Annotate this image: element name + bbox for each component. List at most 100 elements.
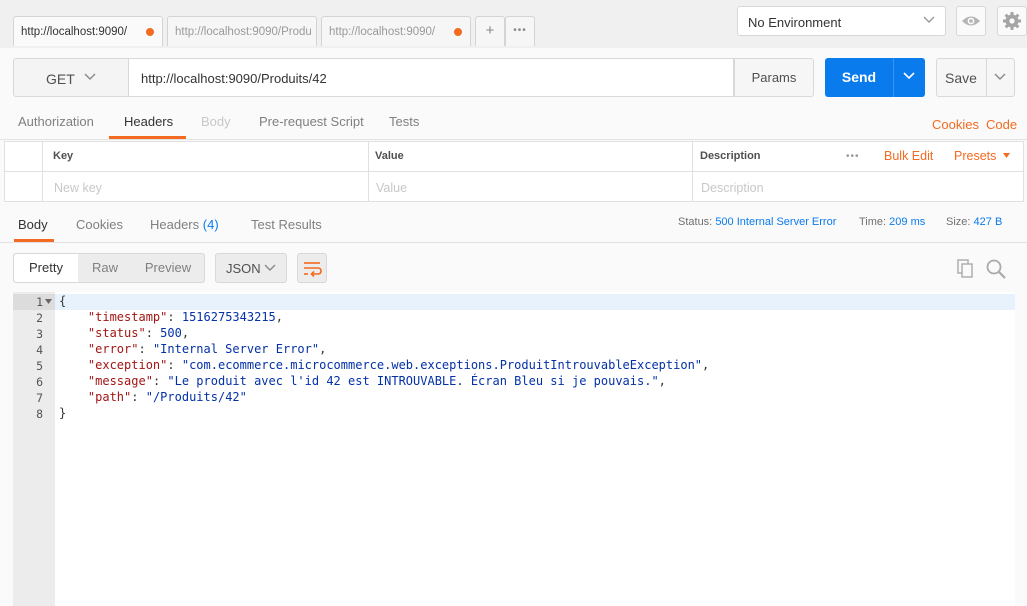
raw-view-button[interactable]: Raw xyxy=(78,254,132,282)
caret-down-icon xyxy=(1002,153,1010,158)
response-time[interactable]: Time: 209 ms xyxy=(859,216,925,228)
method-value: GET xyxy=(46,71,75,87)
response-status[interactable]: Status: 500 Internal Server Error xyxy=(678,216,836,228)
presets-dropdown[interactable]: Presets xyxy=(954,149,1011,163)
code-line: } xyxy=(59,406,66,420)
gear-icon xyxy=(1003,12,1021,30)
response-tab-headers[interactable]: Headers (4) xyxy=(150,217,219,232)
chevron-down-icon xyxy=(923,13,935,28)
time-label: Time: xyxy=(859,216,887,228)
value-column: Value Value xyxy=(368,142,692,201)
new-value-input[interactable]: Value xyxy=(376,181,407,195)
code-line: "status": 500, xyxy=(87,326,190,340)
json-key: "error" xyxy=(87,342,139,356)
format-select[interactable]: JSON xyxy=(215,253,287,283)
tab-authorization[interactable]: Authorization xyxy=(18,114,94,129)
line-number: 1 xyxy=(36,295,43,309)
code-line: "message": "Le produit avec l'id 42 est … xyxy=(87,374,666,388)
new-description-input[interactable]: Description xyxy=(701,181,764,195)
environment-select[interactable]: No Environment xyxy=(737,6,946,36)
new-tab-button[interactable]: + xyxy=(475,16,505,46)
send-label: Send xyxy=(841,69,877,85)
json-brace: } xyxy=(59,406,67,420)
pretty-view-button[interactable]: Pretty xyxy=(14,254,78,282)
tab-body: Body xyxy=(201,114,231,129)
line-number: 4 xyxy=(36,343,43,357)
json-key: "message" xyxy=(87,374,153,388)
headers-table: Key New key Value Value Description Desc… xyxy=(4,141,1024,202)
request-tab-1[interactable]: http://localhost:9090/ xyxy=(13,16,163,46)
json-key: "exception" xyxy=(87,358,168,372)
more-tabs-button[interactable]: ••• xyxy=(505,16,535,46)
presets-label: Presets xyxy=(954,149,997,163)
url-input[interactable]: http://localhost:9090/Produits/42 xyxy=(129,58,734,97)
status-value: 500 Internal Server Error xyxy=(715,216,837,228)
request-tab-2[interactable]: http://localhost:9090/Produ xyxy=(167,16,317,46)
url-value: http://localhost:9090/Produits/42 xyxy=(141,71,327,86)
response-tab-body[interactable]: Body xyxy=(18,217,48,232)
code-link[interactable]: Code xyxy=(986,117,1017,132)
code-line: "exception": "com.ecommerce.microcommerc… xyxy=(87,358,710,372)
send-button[interactable]: Send xyxy=(825,58,925,97)
save-divider xyxy=(986,59,987,96)
send-divider xyxy=(893,58,894,97)
search-icon[interactable] xyxy=(985,258,1007,280)
send-options-button[interactable] xyxy=(903,68,915,85)
chevron-down-icon xyxy=(903,72,915,80)
more-options-button[interactable]: ••• xyxy=(846,151,860,162)
chevron-down-icon xyxy=(84,70,96,85)
cookies-link[interactable]: Cookies xyxy=(932,117,979,132)
unsaved-dot-icon xyxy=(454,28,462,36)
json-key: "timestamp" xyxy=(87,310,168,324)
chevron-down-icon xyxy=(264,261,276,276)
save-options-button[interactable] xyxy=(994,69,1006,86)
save-button[interactable]: Save xyxy=(936,58,1015,97)
request-tab-3[interactable]: http://localhost:9090/ xyxy=(321,16,471,46)
json-brace: { xyxy=(59,294,67,308)
code-line: "timestamp": 1516275343215, xyxy=(87,310,283,324)
eye-icon xyxy=(962,16,980,26)
json-value: 1516275343215 xyxy=(181,310,276,324)
json-value: "com.ecommerce.microcommerce.web.excepti… xyxy=(181,358,703,372)
code-line: { xyxy=(59,294,66,308)
wrap-lines-icon xyxy=(304,262,322,278)
response-tab-test-results[interactable]: Test Results xyxy=(251,217,322,232)
json-value: "Le produit avec l'id 42 est INTROUVABLE… xyxy=(167,374,659,388)
divider xyxy=(0,242,1027,243)
preview-view-button[interactable]: Preview xyxy=(132,254,204,282)
method-select[interactable]: GET xyxy=(13,58,129,97)
active-line-highlight xyxy=(55,294,1015,310)
copy-icon[interactable] xyxy=(955,258,975,278)
key-column: Key New key xyxy=(42,142,368,201)
response-tab-cookies[interactable]: Cookies xyxy=(76,217,123,232)
tab-pre-request-script[interactable]: Pre-request Script xyxy=(259,114,364,129)
json-value: "/Produits/42" xyxy=(145,390,247,404)
bulk-edit-link[interactable]: Bulk Edit xyxy=(884,149,933,163)
environment-quick-look-button[interactable] xyxy=(956,6,986,36)
fold-caret-icon[interactable] xyxy=(45,298,52,307)
json-value: "Internal Server Error" xyxy=(152,342,320,356)
divider xyxy=(0,139,1027,140)
tab-strip: http://localhost:9090/ http://localhost:… xyxy=(0,0,1027,48)
tab-headers[interactable]: Headers xyxy=(124,114,173,129)
json-key: "path" xyxy=(87,390,132,404)
status-label: Status: xyxy=(678,216,713,228)
column-header-description: Description xyxy=(700,150,761,162)
line-number: 3 xyxy=(36,327,43,341)
request-tab-label: http://localhost:9090/Produ xyxy=(175,26,312,38)
save-label: Save xyxy=(945,70,977,86)
code-line: "path": "/Produits/42" xyxy=(87,390,247,404)
unsaved-dot-icon xyxy=(146,28,154,36)
settings-button[interactable] xyxy=(997,6,1027,36)
params-button[interactable]: Params xyxy=(734,58,814,97)
json-key: "status" xyxy=(87,326,146,340)
response-body-editor[interactable]: 1 2 3 4 5 6 7 8 { "timestamp": 151627534… xyxy=(13,292,1015,606)
environment-select-value: No Environment xyxy=(748,15,842,30)
description-column: Description Description ••• Bulk Edit Pr… xyxy=(692,142,1023,201)
wrap-lines-button[interactable] xyxy=(297,253,327,283)
new-key-input[interactable]: New key xyxy=(54,181,102,195)
json-value: 500 xyxy=(160,326,182,340)
line-number: 8 xyxy=(36,407,43,421)
tab-tests[interactable]: Tests xyxy=(389,114,419,129)
response-size[interactable]: Size: 427 B xyxy=(946,216,1002,228)
